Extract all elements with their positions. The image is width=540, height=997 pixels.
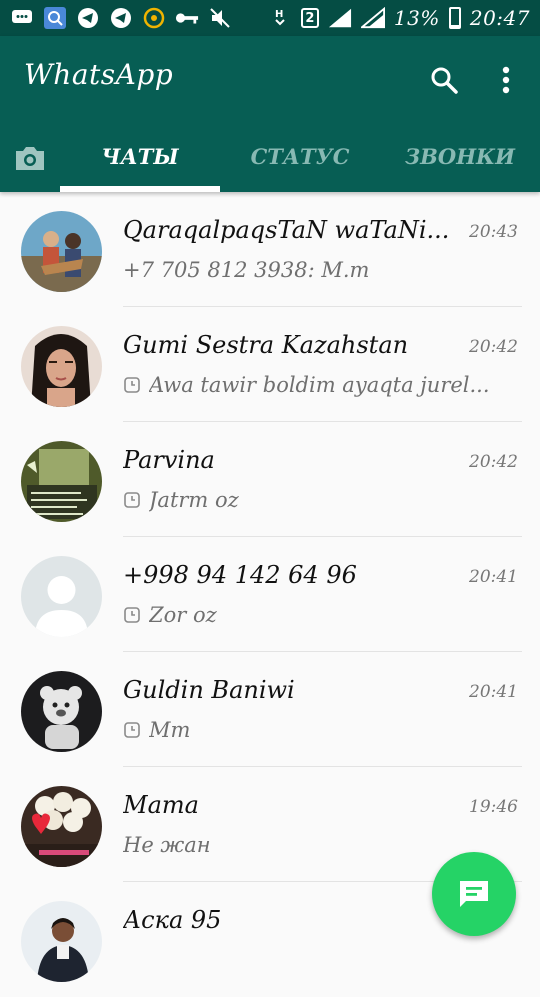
chat-row[interactable]: QaraqalpaqsTaN waTaNi... 20:43 +7 705 81… <box>0 192 540 307</box>
chat-message: Awa tawir boldim ayaqta jurel... <box>123 373 518 397</box>
chat-name: Gumi Sestra Kazahstan <box>123 331 409 359</box>
avatar[interactable] <box>21 901 102 982</box>
chat-row[interactable]: Guldin Baniwi 20:41 Mm <box>0 652 540 767</box>
chat-name: +998 94 142 64 96 <box>123 561 357 589</box>
chat-row[interactable]: Gumi Sestra Kazahstan 20:42 Awa tawir bo… <box>0 307 540 422</box>
chat-row[interactable]: +998 94 142 64 96 20:41 Zor oz <box>0 537 540 652</box>
mute-icon <box>208 6 232 30</box>
clock-icon <box>123 721 141 739</box>
battery-percent: 13% <box>393 6 440 30</box>
chat-message-text: Не жан <box>123 833 211 857</box>
new-chat-icon <box>460 881 488 907</box>
chat-message: Zor oz <box>123 603 518 627</box>
chat-message-text: +7 705 812 3938: M.m <box>123 258 370 282</box>
tab-chats[interactable]: ЧАТЫ <box>60 144 220 169</box>
default-avatar-icon <box>21 556 102 637</box>
new-chat-button[interactable] <box>432 852 516 936</box>
battery-icon <box>448 7 461 29</box>
chat-message-text: Awa tawir boldim ayaqta jurel... <box>149 373 490 397</box>
signal-icon <box>360 6 385 30</box>
chat-bubble-icon <box>10 6 34 30</box>
chat-time: 20:42 <box>469 337 518 357</box>
more-options-button[interactable] <box>486 60 526 100</box>
chat-time: 20:41 <box>469 682 518 702</box>
chat-name: Аска 95 <box>123 906 222 934</box>
status-bar: H 2 13% 20:47 <box>0 0 540 36</box>
clock-icon <box>123 376 141 394</box>
chat-message-text: Jatrm oz <box>149 488 239 512</box>
search-button[interactable] <box>424 60 464 100</box>
telegram-icon <box>109 6 133 30</box>
avatar[interactable] <box>21 211 102 292</box>
chat-time: 20:42 <box>469 452 518 472</box>
status-bar-notifications <box>10 6 232 30</box>
chat-message: Не жан <box>123 833 518 857</box>
tab-camera[interactable] <box>10 138 50 178</box>
notification-icon <box>142 6 166 30</box>
app-bar: WhatsApp ЧАТЫ СТАТУС ЗВОНКИ <box>0 36 540 192</box>
clock-icon <box>123 606 141 624</box>
chat-time: 19:46 <box>469 797 518 817</box>
signal-icon <box>328 6 352 30</box>
tab-calls[interactable]: ЗВОНКИ <box>380 144 540 169</box>
avatar[interactable] <box>21 786 102 867</box>
camera-icon <box>16 147 44 170</box>
chat-row[interactable]: Parvina 20:42 Jatrm oz <box>0 422 540 537</box>
chat-message-text: Zor oz <box>149 603 217 627</box>
chat-time: 20:41 <box>469 567 518 587</box>
chat-name: Mama <box>123 791 199 819</box>
avatar[interactable] <box>21 556 102 637</box>
clock: 20:47 <box>469 6 530 30</box>
key-icon <box>175 6 199 30</box>
chat-name: QaraqalpaqsTaN waTaNi... <box>123 216 450 244</box>
battery-level <box>450 24 459 27</box>
avatar[interactable] <box>21 441 102 522</box>
status-bar-system: H 2 13% 20:47 <box>268 6 530 30</box>
tab-bar: ЧАТЫ СТАТУС ЗВОНКИ <box>0 120 540 192</box>
sim2-icon: 2 <box>300 8 319 28</box>
app-title: WhatsApp <box>24 58 174 91</box>
more-vert-icon <box>502 66 510 94</box>
chat-name: Guldin Baniwi <box>123 676 295 704</box>
app-actions <box>424 60 526 100</box>
chat-name: Parvina <box>123 446 215 474</box>
search-app-icon <box>43 6 67 30</box>
avatar[interactable] <box>21 326 102 407</box>
chat-message-text: Mm <box>149 718 191 742</box>
tab-status[interactable]: СТАТУС <box>220 144 380 169</box>
chat-message: Mm <box>123 718 518 742</box>
chat-time: 20:43 <box>469 222 518 242</box>
chat-message: +7 705 812 3938: M.m <box>123 258 518 282</box>
search-icon <box>431 67 458 94</box>
telegram-icon <box>76 6 100 30</box>
clock-icon <box>123 491 141 509</box>
svg-text:H: H <box>275 9 283 20</box>
chat-message: Jatrm oz <box>123 488 518 512</box>
avatar[interactable] <box>21 671 102 752</box>
network-h-icon: H <box>268 6 292 30</box>
